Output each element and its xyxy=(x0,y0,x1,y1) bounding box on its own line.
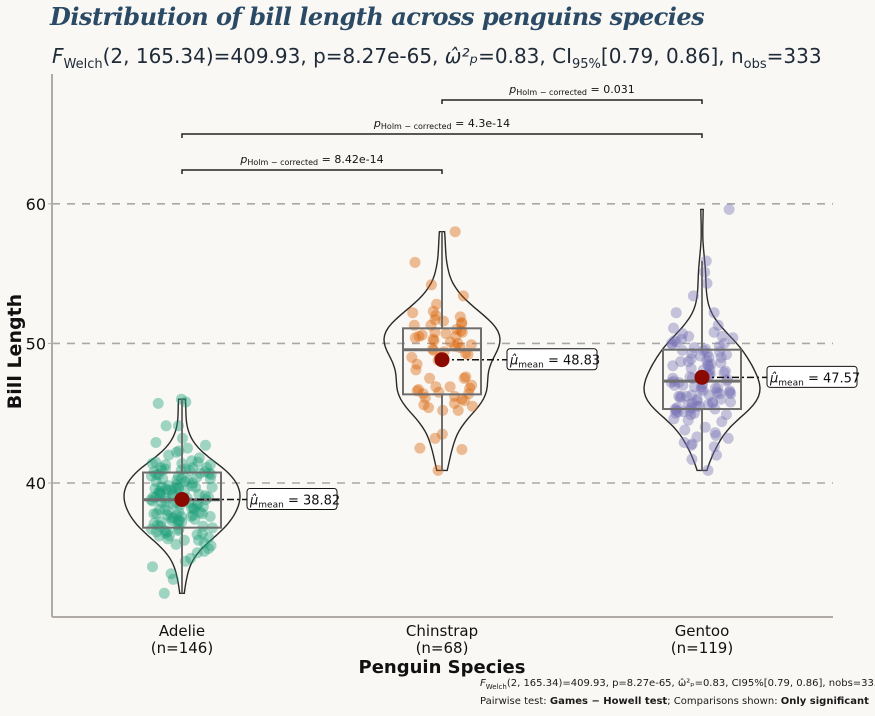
data-point xyxy=(427,305,439,317)
data-point xyxy=(685,353,697,365)
data-point xyxy=(203,531,215,543)
caption-pre: Pairwise test: xyxy=(480,696,550,707)
data-point xyxy=(668,413,680,425)
y-tick-label: 50 xyxy=(26,334,46,353)
data-point xyxy=(701,277,713,289)
data-point xyxy=(147,561,158,573)
mean-marker xyxy=(434,352,450,368)
x-axis-label: Penguin Species xyxy=(359,657,526,678)
data-point xyxy=(723,203,735,215)
significance-label: pHolm − corrected = 8.42e-14 xyxy=(239,153,383,167)
data-point xyxy=(200,439,211,451)
x-tick-count-label: (n=146) xyxy=(151,639,213,657)
chart-canvas: 405060Bill LengthPenguin SpeciesAdelie(n… xyxy=(4,74,860,678)
data-point xyxy=(466,400,478,412)
data-point xyxy=(708,307,720,319)
data-point xyxy=(146,458,158,469)
data-point xyxy=(686,397,698,409)
data-point xyxy=(430,381,442,393)
data-point xyxy=(429,432,441,444)
data-point xyxy=(712,382,724,394)
x-tick-count-label: (n=119) xyxy=(671,639,733,657)
caption-stat-rest: (2, 165.34)=409.93, p=8.27e-65, ω̂²ₚ=0.8… xyxy=(506,678,875,689)
data-point xyxy=(184,464,196,476)
significance-bracket xyxy=(181,133,703,138)
data-point xyxy=(687,290,699,302)
data-point xyxy=(192,456,204,468)
data-point xyxy=(206,481,218,493)
caption-mid: ; Comparisons shown: xyxy=(667,696,781,707)
data-point xyxy=(414,442,426,454)
data-point xyxy=(711,449,722,461)
significance-bracket xyxy=(441,99,703,104)
data-point xyxy=(710,430,722,441)
caption-shown: Only significant xyxy=(780,696,869,707)
significance-label: pHolm − corrected = 4.3e-14 xyxy=(373,117,510,131)
data-point xyxy=(158,587,170,599)
data-point xyxy=(409,256,421,268)
data-point xyxy=(148,508,160,520)
mean-marker xyxy=(174,491,190,507)
data-point xyxy=(675,356,687,368)
caption-stat-sub: Welch xyxy=(485,683,507,691)
data-point xyxy=(699,266,711,278)
caption-stats: FWelch(2, 165.34)=409.93, p=8.27e-65, ω̂… xyxy=(480,678,875,691)
y-axis-label: Bill Length xyxy=(4,294,26,409)
data-point xyxy=(722,432,734,444)
caption-pairwise: Pairwise test: Games − Howell test; Comp… xyxy=(480,696,869,707)
data-point xyxy=(166,515,178,527)
y-tick-label: 60 xyxy=(26,195,46,214)
data-point xyxy=(458,372,470,384)
y-tick-label: 40 xyxy=(26,474,46,493)
data-point xyxy=(679,424,691,436)
data-point xyxy=(407,307,419,319)
data-point xyxy=(171,478,183,490)
x-tick-label: Chinstrap xyxy=(406,622,478,640)
data-point xyxy=(425,279,437,291)
data-point xyxy=(675,390,687,402)
x-tick-count-label: (n=68) xyxy=(416,639,469,657)
data-point xyxy=(152,397,164,409)
data-point xyxy=(725,396,736,408)
data-point xyxy=(191,499,203,511)
data-point xyxy=(160,420,172,432)
data-point xyxy=(175,511,187,522)
data-point xyxy=(449,226,461,238)
data-point xyxy=(686,453,698,465)
data-point xyxy=(163,449,175,461)
data-point xyxy=(444,381,456,393)
data-point xyxy=(456,444,468,455)
caption-test: Games − Howell test xyxy=(549,696,668,707)
mean-marker xyxy=(694,369,710,385)
data-point xyxy=(150,437,162,448)
significance-bracket xyxy=(181,169,443,174)
data-point xyxy=(154,485,165,497)
data-point xyxy=(438,315,449,327)
x-tick-label: Gentoo xyxy=(675,622,730,640)
x-tick-label: Adelie xyxy=(159,622,205,640)
data-point xyxy=(715,351,727,363)
data-point xyxy=(670,307,682,319)
data-point xyxy=(676,333,688,345)
data-point xyxy=(167,573,179,585)
significance-label: pHolm − corrected = 0.031 xyxy=(508,83,634,97)
data-point xyxy=(685,439,697,451)
data-point xyxy=(190,481,201,493)
data-point xyxy=(410,364,422,376)
data-point xyxy=(152,519,164,531)
data-point xyxy=(452,404,464,416)
data-point xyxy=(720,409,732,421)
data-point xyxy=(702,464,714,476)
data-point xyxy=(457,290,469,302)
data-point xyxy=(170,538,182,550)
data-point xyxy=(423,402,434,414)
data-point xyxy=(409,332,421,344)
data-point xyxy=(724,385,736,397)
